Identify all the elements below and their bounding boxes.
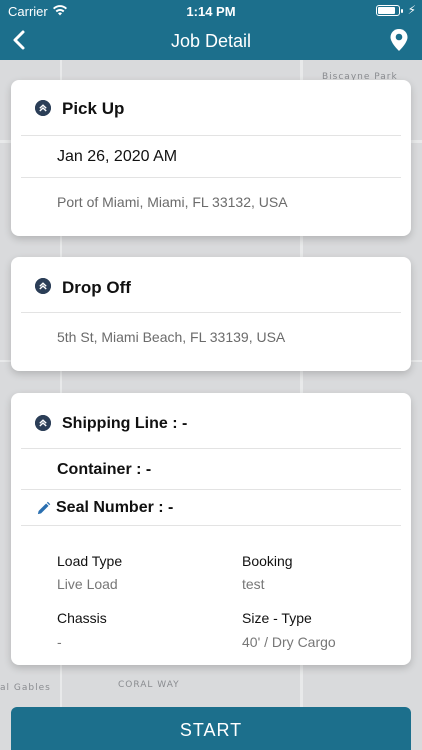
- map-pin-icon[interactable]: [388, 28, 410, 52]
- pickup-date: Jan 26, 2020 AM: [57, 148, 178, 165]
- seal-number-field: Seal Number : -: [56, 499, 174, 516]
- dropoff-title: Drop Off: [62, 278, 131, 297]
- chassis-label: Chassis: [57, 610, 107, 626]
- map-label-gables: al Gables: [0, 683, 51, 693]
- header-bar: Carrier 1:14 PM ⚡ Job Detail: [0, 0, 422, 60]
- container-row: Container : -: [21, 449, 401, 490]
- pickup-title: Pick Up: [62, 99, 125, 118]
- collapse-chevron-icon[interactable]: [35, 278, 51, 294]
- nav-bar: Job Detail: [0, 22, 422, 60]
- collapse-chevron-icon[interactable]: [35, 415, 51, 431]
- booking-label: Booking: [242, 553, 293, 569]
- container-field: Container : -: [57, 461, 152, 478]
- clock: 1:14 PM: [186, 4, 236, 19]
- shipping-line-row[interactable]: Shipping Line : -: [21, 393, 401, 449]
- load-type-value: Live Load: [57, 576, 118, 592]
- pickup-card: Pick Up Jan 26, 2020 AM Port of Miami, M…: [11, 80, 411, 236]
- dropoff-header[interactable]: Drop Off: [21, 257, 401, 313]
- pencil-icon[interactable]: [36, 501, 51, 516]
- size-type-value: 40' / Dry Cargo: [242, 634, 336, 650]
- load-type-label: Load Type: [57, 553, 123, 569]
- dropoff-address: 5th St, Miami Beach, FL 33139, USA: [57, 329, 286, 345]
- dropoff-address-row: 5th St, Miami Beach, FL 33139, USA: [21, 313, 401, 369]
- booking-value: test: [242, 576, 265, 592]
- battery-icon: [376, 5, 403, 16]
- chassis-value: -: [57, 634, 62, 650]
- map-label-coral-way: CORAL WAY: [118, 680, 180, 690]
- charging-icon: ⚡: [407, 3, 416, 17]
- pickup-date-row: Jan 26, 2020 AM: [21, 136, 401, 178]
- shipping-line-field: Shipping Line : -: [62, 415, 188, 432]
- seal-number-row[interactable]: Seal Number : -: [21, 490, 401, 526]
- collapse-chevron-icon[interactable]: [35, 100, 51, 116]
- details-card: Shipping Line : - Container : - Seal Num…: [11, 393, 411, 665]
- status-bar: Carrier 1:14 PM ⚡: [0, 0, 422, 22]
- size-type-label: Size - Type: [242, 610, 312, 626]
- pickup-address-row: Port of Miami, Miami, FL 33132, USA: [21, 178, 401, 234]
- pickup-header[interactable]: Pick Up: [21, 80, 401, 136]
- page-title: Job Detail: [170, 31, 252, 51]
- pickup-address: Port of Miami, Miami, FL 33132, USA: [57, 194, 288, 210]
- start-button[interactable]: START: [11, 707, 411, 750]
- dropoff-card: Drop Off 5th St, Miami Beach, FL 33139, …: [11, 257, 411, 371]
